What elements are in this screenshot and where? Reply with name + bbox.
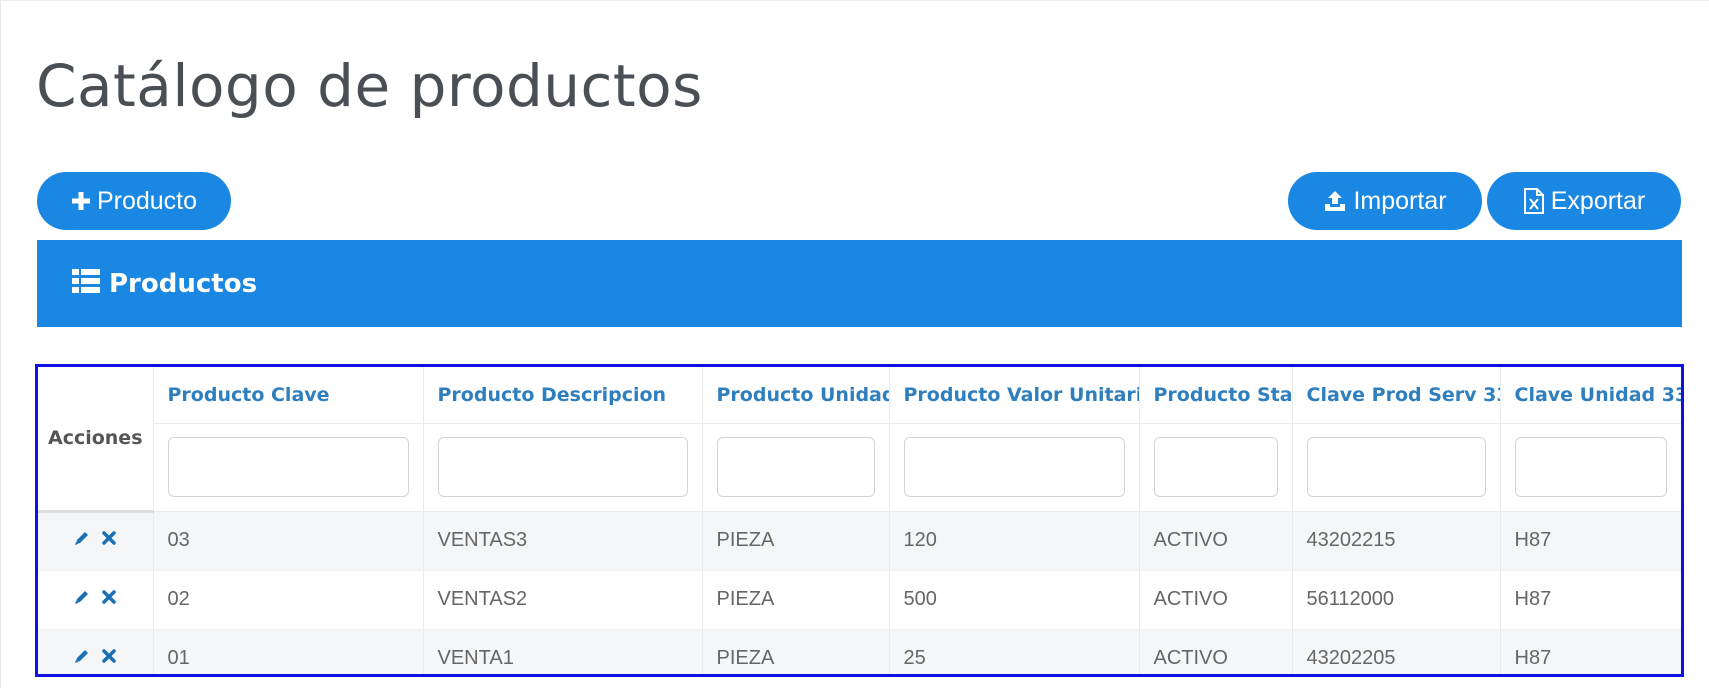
row-actions [38,629,154,674]
pencil-icon[interactable] [73,529,91,547]
pencil-icon[interactable] [73,647,91,665]
import-button[interactable]: Importar [1288,172,1482,230]
cell-producto-sta: ACTIVO [1139,511,1293,571]
add-product-label: Producto [96,186,198,215]
cell-clave-prod-serv: 56112000 [1292,570,1501,630]
filter-producto-unidad-input[interactable] [716,437,875,497]
excel-file-icon [1523,188,1545,214]
column-header-producto-sta[interactable]: Producto Sta [1139,367,1293,424]
row-actions [38,570,154,630]
close-icon[interactable] [101,589,117,605]
filter-clave-prod-serv-input[interactable] [1306,437,1486,497]
export-button[interactable]: Exportar [1487,172,1681,230]
cell-producto-descripcion: VENTAS2 [423,570,703,630]
column-header-producto-clave[interactable]: Producto Clave [153,367,424,424]
cell-producto-descripcion: VENTA1 [423,629,703,674]
cell-clave-unidad: H87 [1500,511,1681,571]
cell-producto-sta: ACTIVO [1139,629,1293,674]
panel-title: Productos [109,268,258,299]
cell-producto-clave: 01 [153,629,424,674]
pencil-icon[interactable] [73,588,91,606]
actions-header: Acciones [38,367,154,513]
products-table-container: Acciones Producto Clave Producto Descrip… [35,364,1684,677]
upload-icon [1323,190,1347,212]
panel-header: Productos [37,240,1682,327]
filter-row [38,423,1681,512]
column-header-producto-descripcion[interactable]: Producto Descripcion [423,367,703,424]
cell-producto-clave: 02 [153,570,424,630]
filter-producto-clave-input[interactable] [167,437,409,497]
column-header-producto-valor-unitario[interactable]: Producto Valor Unitario [889,367,1140,424]
cell-producto-unidad: PIEZA [702,570,890,630]
column-header-clave-unidad[interactable]: Clave Unidad 33 [1500,367,1681,424]
column-header-producto-unidad[interactable]: Producto Unidad [702,367,890,424]
close-icon[interactable] [101,530,117,546]
export-label: Exportar [1550,186,1646,215]
cell-producto-unidad: PIEZA [702,629,890,674]
table-row: 03 VENTAS3 PIEZA 120 ACTIVO 43202215 H87 [38,511,1681,571]
filter-clave-unidad-input[interactable] [1514,437,1667,497]
add-product-button[interactable]: Producto [37,172,231,230]
filter-producto-sta-input[interactable] [1153,437,1278,497]
filter-producto-valor-unitario-input[interactable] [903,437,1125,497]
table-header-row: Acciones Producto Clave Producto Descrip… [38,367,1681,513]
cell-producto-clave: 03 [153,511,424,571]
import-label: Importar [1353,186,1447,215]
cell-producto-descripcion: VENTAS3 [423,511,703,571]
row-actions [38,511,154,571]
cell-clave-prod-serv: 43202215 [1292,511,1501,571]
cell-producto-valor-unitario: 500 [889,570,1140,630]
cell-clave-unidad: H87 [1500,629,1681,674]
column-header-clave-prod-serv[interactable]: Clave Prod Serv 33 [1292,367,1501,424]
plus-icon [71,191,91,211]
cell-clave-unidad: H87 [1500,570,1681,630]
table-row: 01 VENTA1 PIEZA 25 ACTIVO 43202205 H87 [38,629,1681,674]
list-icon [71,268,101,299]
cell-producto-unidad: PIEZA [702,511,890,571]
cell-producto-sta: ACTIVO [1139,570,1293,630]
cell-producto-valor-unitario: 25 [889,629,1140,674]
cell-producto-valor-unitario: 120 [889,511,1140,571]
page-title: Catálogo de productos [36,52,703,120]
filter-producto-descripcion-input[interactable] [437,437,688,497]
close-icon[interactable] [101,648,117,664]
table-row: 02 VENTAS2 PIEZA 500 ACTIVO 56112000 H87 [38,570,1681,630]
products-table: Acciones Producto Clave Producto Descrip… [38,367,1681,674]
cell-clave-prod-serv: 43202205 [1292,629,1501,674]
